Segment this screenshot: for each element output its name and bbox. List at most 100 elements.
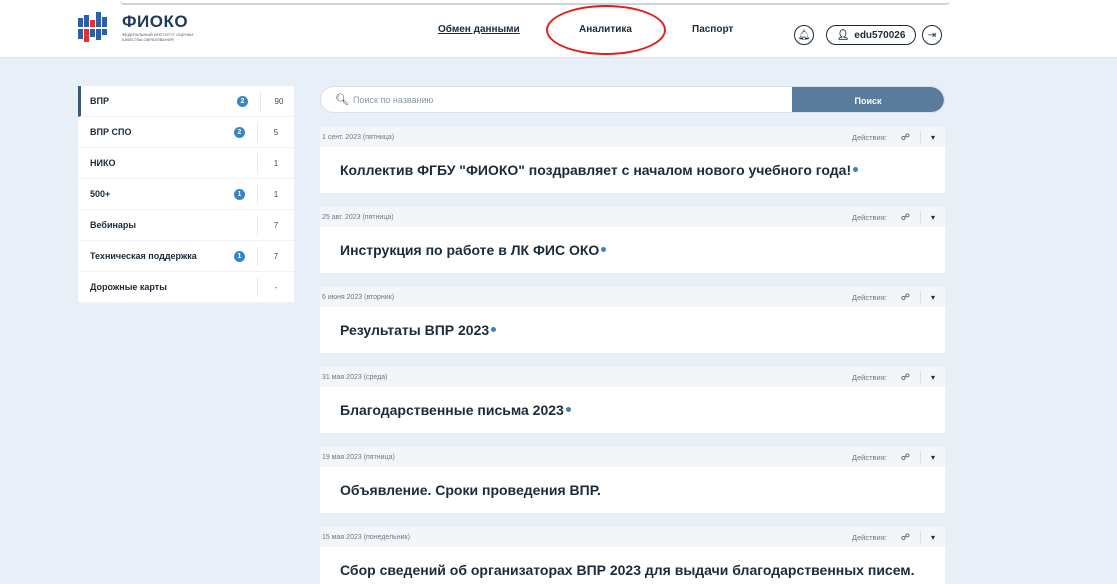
actions-label: Действия:: [851, 532, 887, 542]
item-count: 90: [260, 92, 297, 111]
sidebar-item-vpr-spo[interactable]: ВПР СПО 2 5: [78, 117, 294, 148]
news-card-header: 15 мая 2023 (понедельник) Действия: ☍ ▾: [320, 527, 945, 547]
sidebar: ВПР 2 90 ВПР СПО 2 5 НИКО 1 500+ 1 1 Веб…: [78, 86, 294, 303]
unread-badge: 2: [234, 127, 245, 138]
sidebar-item-roadmaps[interactable]: Дорожные карты -: [78, 272, 294, 303]
share-icon[interactable]: ☍: [901, 452, 910, 463]
news-title[interactable]: Результаты ВПР 2023: [340, 322, 489, 338]
news-date: 25 авг. 2023 (пятница): [322, 213, 394, 221]
unread-badge: 1: [234, 189, 245, 200]
sidebar-item-label: Техническая поддержка: [90, 251, 197, 261]
item-count: 7: [257, 216, 294, 235]
news-actions: Действия: ☍ ▾: [852, 527, 945, 547]
share-icon[interactable]: ☍: [901, 532, 910, 543]
share-icon[interactable]: ☍: [901, 132, 910, 143]
sidebar-item-label: 500+: [90, 189, 111, 199]
news-card-body[interactable]: Коллектив ФГБУ "ФИОКО" поздравляет с нач…: [320, 147, 945, 193]
unread-dot: [565, 406, 571, 412]
chevron-down-icon[interactable]: ▾: [931, 133, 935, 142]
divider: [919, 131, 921, 143]
actions-label: Действия:: [851, 452, 887, 462]
news-title[interactable]: Инструкция по работе в ЛК ФИС ОКО: [340, 242, 599, 258]
red-annotation-circle: [546, 5, 666, 55]
divider: [919, 531, 921, 543]
item-count: 1: [257, 154, 294, 173]
news-card-body[interactable]: Объявление. Сроки проведения ВПР.: [320, 467, 945, 513]
chevron-down-icon[interactable]: ▾: [931, 453, 935, 462]
news-date: 19 мая 2023 (пятница): [322, 453, 395, 461]
share-icon[interactable]: ☍: [901, 292, 910, 303]
nav-passport[interactable]: Паспорт: [692, 0, 733, 58]
news-card: 31 мая 2023 (среда) Действия: ☍ ▾ Благод…: [320, 367, 945, 433]
news-title[interactable]: Благодарственные письма 2023: [340, 402, 564, 418]
search-input[interactable]: [353, 92, 783, 108]
news-card-body[interactable]: Сбор сведений об организаторах ВПР 2023 …: [320, 547, 945, 584]
sidebar-item-vpr[interactable]: ВПР 2 90: [78, 86, 294, 117]
chevron-down-icon[interactable]: ▾: [931, 533, 935, 542]
news-card: 19 мая 2023 (пятница) Действия: ☍ ▾ Объя…: [320, 447, 945, 513]
unread-dot: [601, 246, 607, 252]
nav-exchange-link[interactable]: Обмен данными: [438, 24, 520, 35]
news-card-body[interactable]: Результаты ВПР 2023: [320, 307, 945, 353]
sidebar-item-tech-support[interactable]: Техническая поддержка 1 7: [78, 241, 294, 272]
divider: [919, 371, 921, 383]
news-card-header: 31 мая 2023 (среда) Действия: ☍ ▾: [320, 367, 945, 387]
news-actions: Действия: ☍ ▾: [852, 207, 945, 227]
news-actions: Действия: ☍ ▾: [852, 367, 945, 387]
news-list: 1 сент. 2023 (пятница) Действия: ☍ ▾ Кол…: [320, 127, 945, 584]
news-card: 25 авг. 2023 (пятница) Действия: ☍ ▾ Инс…: [320, 207, 945, 273]
logout-button[interactable]: ⇥: [922, 25, 942, 45]
notifications-button[interactable]: 🔔︎: [794, 25, 814, 45]
news-card: 1 сент. 2023 (пятница) Действия: ☍ ▾ Кол…: [320, 127, 945, 193]
sidebar-item-500plus[interactable]: 500+ 1 1: [78, 179, 294, 210]
logout-icon: ⇥: [927, 29, 937, 41]
logo-title: ФИОКО: [122, 12, 189, 31]
news-date: 15 мая 2023 (понедельник): [322, 533, 410, 541]
logo[interactable]: ФИОКО Федеральный институт оценки качест…: [78, 12, 212, 42]
news-card-body[interactable]: Благодарственные письма 2023: [320, 387, 945, 433]
search-button[interactable]: Поиск: [792, 87, 944, 112]
user-icon: 👤︎: [836, 29, 850, 41]
news-card: 6 июня 2023 (вторник) Действия: ☍ ▾ Резу…: [320, 287, 945, 353]
chevron-down-icon[interactable]: ▾: [931, 373, 935, 382]
bell-icon: 🔔︎: [797, 29, 811, 41]
sidebar-item-label: Вебинары: [90, 220, 137, 230]
news-title[interactable]: Сбор сведений об организаторах ВПР 2023 …: [340, 562, 915, 578]
divider: [919, 291, 921, 303]
news-title[interactable]: Объявление. Сроки проведения ВПР.: [340, 482, 601, 498]
actions-label: Действия:: [851, 132, 887, 142]
item-count: 7: [257, 247, 294, 266]
user-menu-button[interactable]: 👤︎ edu570026: [826, 25, 916, 45]
news-title[interactable]: Коллектив ФГБУ "ФИОКО" поздравляет с нач…: [340, 162, 851, 178]
news-actions: Действия: ☍ ▾: [852, 447, 945, 467]
unread-dot: [491, 326, 497, 332]
news-card: 15 мая 2023 (понедельник) Действия: ☍ ▾ …: [320, 527, 945, 584]
share-icon[interactable]: ☍: [901, 212, 910, 223]
news-date: 31 мая 2023 (среда): [322, 373, 388, 381]
chevron-down-icon[interactable]: ▾: [931, 293, 935, 302]
search-icon: 🔍︎: [335, 94, 349, 106]
actions-label: Действия:: [851, 292, 887, 302]
header-top-strip: [120, 0, 950, 5]
item-count: 5: [257, 123, 294, 142]
sidebar-item-niko[interactable]: НИКО 1: [78, 148, 294, 179]
fioko-logo-icon: [78, 12, 116, 42]
unread-badge: 2: [237, 96, 248, 107]
news-date: 1 сент. 2023 (пятница): [322, 133, 395, 141]
share-icon[interactable]: ☍: [901, 372, 910, 383]
search-bar: 🔍︎ Поиск: [320, 86, 945, 113]
actions-label: Действия:: [851, 212, 887, 222]
actions-label: Действия:: [851, 372, 887, 382]
news-card-header: 19 мая 2023 (пятница) Действия: ☍ ▾: [320, 447, 945, 467]
logo-subtitle: Федеральный институт оценки качества обр…: [122, 32, 194, 42]
news-card-header: 6 июня 2023 (вторник) Действия: ☍ ▾: [320, 287, 945, 307]
sidebar-item-webinars[interactable]: Вебинары 7: [78, 210, 294, 241]
unread-badge: 1: [234, 251, 245, 262]
nav-passport-link[interactable]: Паспорт: [692, 24, 733, 35]
news-actions: Действия: ☍ ▾: [852, 287, 945, 307]
chevron-down-icon[interactable]: ▾: [931, 213, 935, 222]
sidebar-item-label: Дорожные карты: [90, 282, 167, 292]
news-card-body[interactable]: Инструкция по работе в ЛК ФИС ОКО: [320, 227, 945, 273]
news-actions: Действия: ☍ ▾: [852, 127, 945, 147]
nav-exchange[interactable]: Обмен данными: [438, 0, 520, 58]
